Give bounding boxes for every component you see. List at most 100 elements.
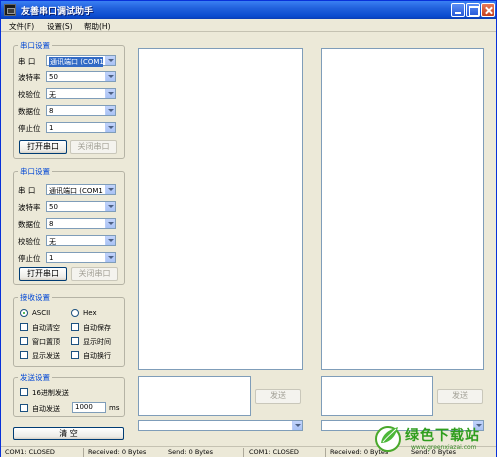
auto-send-checkbox[interactable] [20, 404, 28, 412]
databits-select[interactable]: 8 [46, 105, 116, 116]
open-port-button[interactable]: 打开串口 [19, 267, 67, 281]
status-divider [325, 448, 326, 457]
minimize-button[interactable] [451, 3, 465, 17]
databits-select[interactable]: 8 [46, 218, 116, 229]
auto-wrap-label: 自动换行 [83, 352, 111, 360]
window-title: 友善串口调试助手 [21, 7, 94, 17]
menu-help[interactable]: 帮助(H) [84, 21, 111, 32]
maximize-button[interactable] [466, 3, 480, 17]
port-value: 通讯端口 (COM1) [49, 57, 103, 67]
parity-value: 无 [49, 238, 56, 246]
interval-unit: ms [109, 404, 120, 412]
auto-send-label: 自动发送 [32, 405, 60, 413]
watermark-text: 绿色下载站 [405, 428, 480, 444]
stopbits-value: 1 [49, 124, 54, 132]
auto-clear-checkbox[interactable] [20, 323, 28, 331]
stopbits-select[interactable]: 1 [46, 122, 116, 133]
port-label: 串 口 [18, 186, 36, 195]
baud-label: 波特率 [18, 73, 41, 82]
ascii-radio[interactable] [20, 309, 28, 317]
send-text-left[interactable] [138, 376, 251, 416]
show-send-label: 显示发送 [32, 352, 60, 360]
chevron-down-icon[interactable] [105, 123, 115, 132]
chevron-down-icon[interactable] [105, 106, 115, 115]
close-button[interactable] [481, 3, 495, 17]
receive-settings-group: 接收设置 ASCII Hex 自动清空 自动保存 窗口置顶 显示时间 显示发送 … [13, 292, 125, 367]
auto-save-label: 自动保存 [83, 324, 111, 332]
clear-button[interactable]: 清 空 [13, 427, 124, 440]
databits-label: 数据位 [18, 107, 41, 116]
auto-clear-label: 自动清空 [32, 324, 60, 332]
close-port-button[interactable]: 关闭串口 [70, 140, 117, 154]
chevron-down-icon[interactable] [105, 89, 115, 98]
chevron-down-icon[interactable] [105, 219, 115, 228]
port-value: 通讯端口 (COM1) [49, 187, 103, 195]
chevron-down-icon[interactable] [105, 236, 115, 245]
databits-label: 数据位 [18, 220, 41, 229]
interval-input[interactable]: 1000 [72, 402, 106, 413]
databits-value: 8 [49, 220, 54, 228]
parity-select[interactable]: 无 [46, 235, 116, 246]
baud-label: 波特率 [18, 203, 41, 212]
parity-value: 无 [49, 91, 56, 99]
parity-label: 校验位 [18, 237, 41, 246]
group-title: 串口设置 [18, 166, 52, 177]
receive-text-right[interactable] [321, 48, 484, 370]
stopbits-value: 1 [49, 254, 54, 262]
send-settings-group: 发送设置 16进制发送 自动发送 1000 ms [13, 372, 125, 417]
right-port-status: COM1: CLOSED [249, 448, 299, 456]
always-on-top-label: 窗口置顶 [32, 338, 60, 346]
menu-bar: 文件(F) 设置(S) 帮助(H) [1, 19, 496, 32]
menu-file[interactable]: 文件(F) [9, 21, 34, 32]
hex-send-checkbox[interactable] [20, 388, 28, 396]
serial-settings-group-1: 串口设置 串 口 通讯端口 (COM1) 波特率 50 校验位 无 数据位 8 … [13, 40, 125, 159]
left-received-status: Received: 0 Bytes [88, 448, 147, 456]
group-title: 发送设置 [18, 372, 52, 383]
close-port-button[interactable]: 关闭串口 [71, 267, 118, 281]
port-select[interactable]: 通讯端口 (COM1) [46, 55, 116, 67]
hex-send-label: 16进制发送 [32, 389, 69, 397]
baud-select[interactable]: 50 [46, 201, 116, 212]
baud-value: 50 [49, 73, 58, 81]
baud-value: 50 [49, 203, 58, 211]
show-time-label: 显示时间 [83, 338, 111, 346]
watermark: 绿色下载站 www.greenxiazai.com [371, 419, 496, 457]
show-send-checkbox[interactable] [20, 351, 28, 359]
open-port-button[interactable]: 打开串口 [19, 140, 67, 154]
port-label: 串 口 [18, 57, 36, 66]
chevron-down-icon[interactable] [105, 253, 115, 262]
send-button-right[interactable]: 发送 [437, 389, 483, 404]
databits-value: 8 [49, 107, 54, 115]
baud-select[interactable]: 50 [46, 71, 116, 82]
hex-radio[interactable] [71, 309, 79, 317]
stopbits-select[interactable]: 1 [46, 252, 116, 263]
status-divider [243, 448, 244, 457]
always-on-top-checkbox[interactable] [20, 337, 28, 345]
chevron-down-icon[interactable] [105, 185, 115, 194]
group-title: 串口设置 [18, 40, 52, 51]
chevron-down-icon[interactable] [105, 72, 115, 81]
receive-text-left[interactable] [138, 48, 303, 370]
send-text-right[interactable] [321, 376, 433, 416]
parity-label: 校验位 [18, 90, 41, 99]
left-send-status: Send: 0 Bytes [168, 448, 214, 456]
show-time-checkbox[interactable] [71, 337, 79, 345]
watermark-url: www.greenxiazai.com [411, 444, 477, 451]
group-title: 接收设置 [18, 292, 52, 303]
serial-settings-group-2: 串口设置 串 口 通讯端口 (COM1) 波特率 50 数据位 8 校验位 无 … [13, 166, 125, 285]
chevron-down-icon[interactable] [105, 56, 115, 65]
parity-select[interactable]: 无 [46, 88, 116, 99]
hex-label: Hex [83, 309, 97, 317]
stopbits-label: 停止位 [18, 254, 41, 263]
status-divider [83, 448, 84, 457]
send-button-left[interactable]: 发送 [255, 389, 301, 404]
title-bar[interactable]: 友善串口调试助手 [1, 1, 496, 19]
history-select-left[interactable] [138, 420, 303, 431]
chevron-down-icon[interactable] [292, 421, 302, 430]
app-window: 友善串口调试助手 文件(F) 设置(S) 帮助(H) 串口设置 串 口 通讯端口… [0, 0, 497, 457]
auto-wrap-checkbox[interactable] [71, 351, 79, 359]
port-select[interactable]: 通讯端口 (COM1) [46, 184, 116, 195]
menu-settings[interactable]: 设置(S) [47, 21, 73, 32]
auto-save-checkbox[interactable] [71, 323, 79, 331]
chevron-down-icon[interactable] [105, 202, 115, 211]
